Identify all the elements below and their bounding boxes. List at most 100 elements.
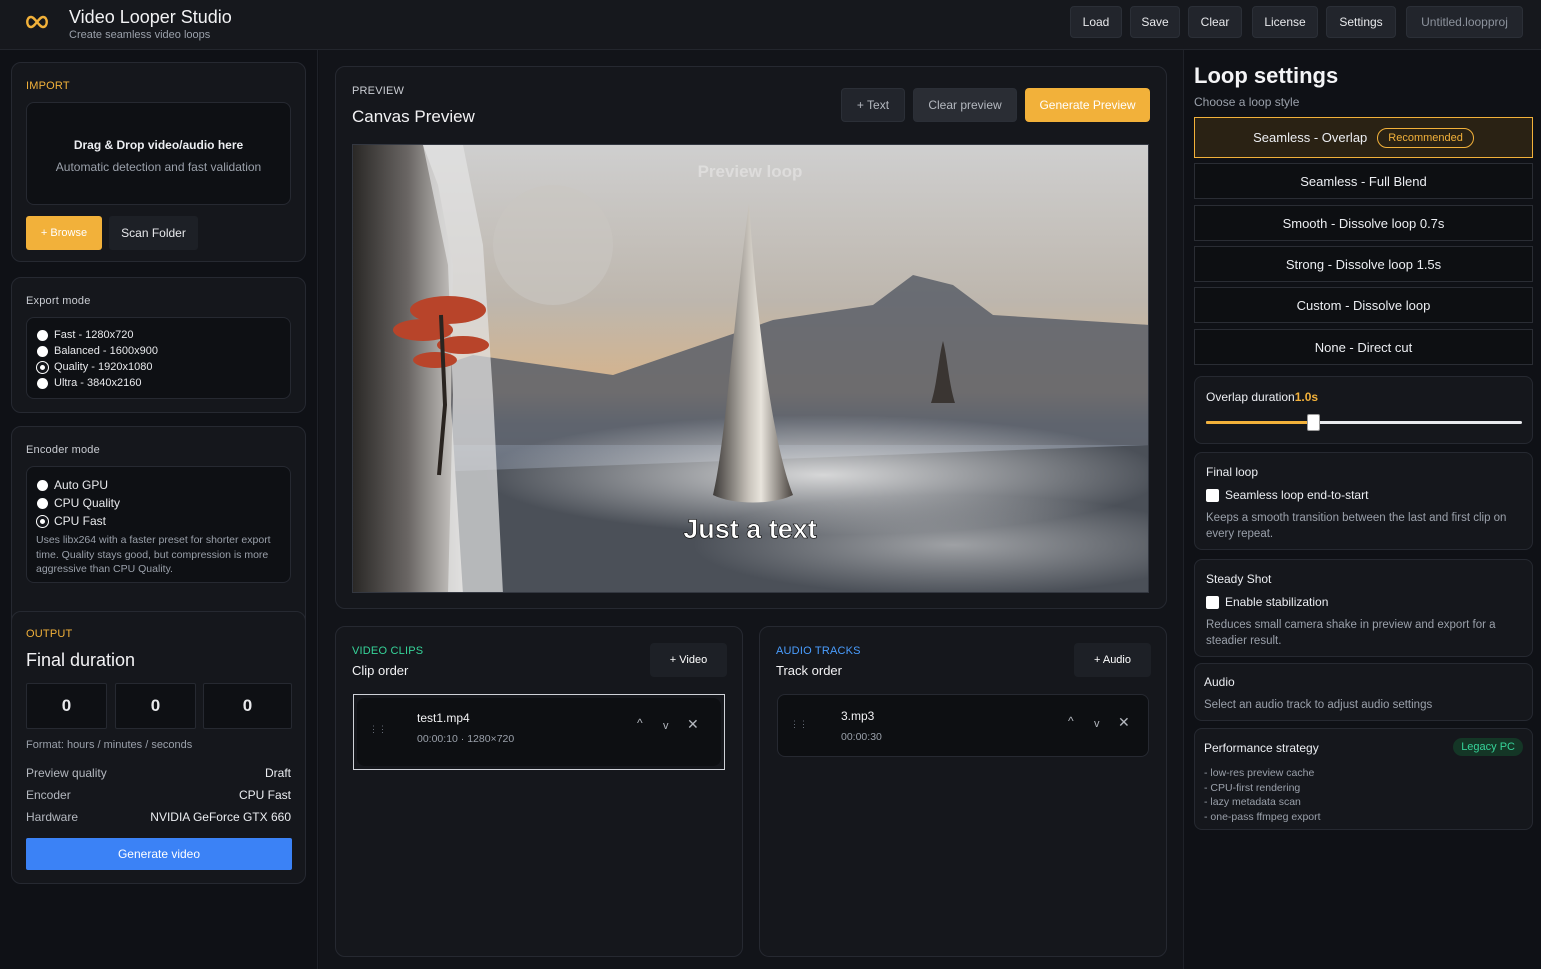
- final-duration-title: Final duration: [26, 650, 136, 670]
- import-panel: IMPORT Drag & Drop video/audio here Auto…: [11, 62, 306, 262]
- steady-shot-title: Steady Shot: [1206, 572, 1272, 586]
- overlap-duration-value: 1.0s: [1294, 390, 1319, 404]
- export-option-balanced[interactable]: Balanced - 1600x900: [37, 345, 158, 357]
- export-option-fast[interactable]: Fast - 1280x720: [37, 329, 134, 341]
- drop-zone[interactable]: Drag & Drop video/audio here Automatic d…: [26, 102, 291, 205]
- import-label: IMPORT: [26, 80, 70, 92]
- audio-meta: 00:00:30: [841, 731, 882, 743]
- browse-button[interactable]: + Browse: [26, 216, 102, 250]
- drag-handle-icon[interactable]: ⋮⋮: [369, 724, 387, 735]
- overlap-slider-track[interactable]: [1206, 414, 1522, 431]
- checkbox-icon: [1206, 595, 1219, 609]
- audio-settings-desc: Select an audio track to adjust audio se…: [1204, 699, 1433, 711]
- audio-name: 3.mp3: [841, 709, 875, 723]
- hardware-key: Hardware: [26, 810, 79, 824]
- overlap-slider-thumb[interactable]: [1307, 414, 1321, 431]
- video-clips-label: VIDEO CLIPS: [352, 645, 424, 657]
- export-mode-panel: Export mode Fast - 1280x720 Balanced - 1…: [11, 277, 306, 413]
- performance-item: - one-pass ffmpeg export: [1204, 811, 1321, 824]
- preview-label: PREVIEW: [352, 85, 405, 97]
- radio-icon: [37, 377, 48, 389]
- final-loop-desc: Keeps a smooth transition between the la…: [1206, 512, 1507, 540]
- export-option-quality[interactable]: Quality - 1920x1080: [37, 361, 152, 373]
- clear-button[interactable]: Clear: [1188, 6, 1242, 38]
- audio-item[interactable]: ⋮⋮ 3.mp3 00:00:30 ^ v ✕: [777, 694, 1149, 757]
- track-order-title: Track order: [776, 663, 842, 678]
- encoder-option-cpu-fast[interactable]: CPU Fast: [37, 514, 106, 528]
- audio-settings-card: Audio Select an audio track to adjust au…: [1194, 663, 1533, 721]
- add-text-button[interactable]: + Text: [841, 88, 905, 122]
- performance-title: Performance strategy: [1204, 741, 1319, 755]
- move-down-icon[interactable]: v: [663, 720, 669, 732]
- license-button[interactable]: License: [1252, 6, 1318, 38]
- landscape-scene-image: Preview loop Just a text: [353, 145, 1148, 592]
- loop-option-full-blend[interactable]: Seamless - Full Blend: [1194, 163, 1533, 199]
- hours-input[interactable]: 0: [26, 683, 107, 729]
- export-option-ultra[interactable]: Ultra - 3840x2160: [37, 377, 141, 389]
- loop-option-smooth-dissolve[interactable]: Smooth - Dissolve loop 0.7s: [1194, 205, 1533, 241]
- audio-tracks-panel: AUDIO TRACKS Track order + Audio ⋮⋮ 3.mp…: [759, 626, 1167, 957]
- settings-button[interactable]: Settings: [1326, 6, 1396, 38]
- loop-option-direct-cut[interactable]: None - Direct cut: [1194, 329, 1533, 365]
- save-button[interactable]: Save: [1130, 6, 1180, 38]
- loop-option-custom-dissolve[interactable]: Custom - Dissolve loop: [1194, 287, 1533, 323]
- remove-audio-icon[interactable]: ✕: [1118, 714, 1130, 731]
- clip-order-title: Clip order: [352, 663, 409, 678]
- clip-name: test1.mp4: [417, 711, 470, 725]
- audio-tracks-label: AUDIO TRACKS: [776, 645, 861, 657]
- seconds-input[interactable]: 0: [203, 683, 292, 729]
- move-up-icon[interactable]: ^: [637, 716, 643, 730]
- steady-shot-card: Steady Shot Enable stabilization Reduces…: [1194, 559, 1533, 657]
- hardware-value: NVIDIA GeForce GTX 660: [150, 810, 291, 824]
- loop-option-seamless-overlap[interactable]: Seamless - Overlap Recommended: [1194, 117, 1533, 158]
- final-loop-title: Final loop: [1206, 465, 1259, 479]
- performance-item: - low-res preview cache: [1204, 767, 1315, 779]
- preview-canvas[interactable]: Preview loop Just a text: [352, 144, 1149, 593]
- overlap-duration-card: Overlap duration1.0s: [1194, 376, 1533, 444]
- performance-list: - low-res preview cache - CPU-first rend…: [1204, 766, 1321, 825]
- add-video-button[interactable]: + Video: [650, 643, 727, 677]
- preview-quality-value: Draft: [264, 766, 291, 780]
- remove-clip-icon[interactable]: ✕: [687, 716, 699, 733]
- main-area: PREVIEW Canvas Preview + Text Clear prev…: [319, 50, 1183, 969]
- move-down-icon[interactable]: v: [1094, 718, 1100, 730]
- video-clips-panel: VIDEO CLIPS Clip order + Video ⋮⋮ test1.…: [335, 626, 743, 957]
- encoder-option-cpu-quality[interactable]: CPU Quality: [37, 496, 120, 510]
- clip-item-selected[interactable]: ⋮⋮ test1.mp4 00:00:10 · 1280×720 ^ v ✕: [353, 694, 725, 770]
- generate-video-button[interactable]: Generate video: [26, 838, 292, 870]
- export-mode-options: Fast - 1280x720 Balanced - 1600x900 Qual…: [26, 317, 291, 399]
- performance-card: Performance strategy Legacy PC - low-res…: [1194, 728, 1533, 830]
- radio-selected-icon: [37, 361, 48, 373]
- encoder-key: Encoder: [26, 788, 71, 802]
- encoder-value: CPU Fast: [238, 788, 291, 802]
- loop-settings-title: Loop settings: [1194, 63, 1339, 88]
- move-up-icon[interactable]: ^: [1068, 714, 1074, 728]
- app-title: Video Looper Studio: [69, 7, 232, 27]
- app-subtitle: Create seamless video loops: [69, 29, 211, 41]
- legacy-pc-badge: Legacy PC: [1453, 738, 1523, 756]
- radio-selected-icon: [37, 515, 48, 527]
- final-loop-card: Final loop Seamless loop end-to-start Ke…: [1194, 452, 1533, 550]
- overlap-duration-label: Overlap duration1.0s: [1206, 390, 1319, 404]
- drop-subtitle: Automatic detection and fast validation: [55, 160, 262, 174]
- left-sidebar: IMPORT Drag & Drop video/audio here Auto…: [0, 50, 318, 969]
- generate-preview-button[interactable]: Generate Preview: [1025, 88, 1150, 122]
- seamless-loop-checkbox[interactable]: Seamless loop end-to-start: [1206, 488, 1368, 502]
- clear-preview-button[interactable]: Clear preview: [913, 88, 1017, 122]
- overlay-text[interactable]: Just a text: [683, 514, 817, 545]
- encoder-mode-options: Auto GPU CPU Quality CPU Fast Uses libx2…: [26, 466, 291, 583]
- drop-title: Drag & Drop video/audio here: [73, 138, 244, 152]
- app-header: Video Looper Studio Create seamless vide…: [0, 0, 1541, 50]
- loop-settings-subtitle: Choose a loop style: [1194, 95, 1300, 109]
- scan-folder-button[interactable]: Scan Folder: [109, 216, 198, 250]
- loop-option-strong-dissolve[interactable]: Strong - Dissolve loop 1.5s: [1194, 246, 1533, 282]
- encoder-option-auto-gpu[interactable]: Auto GPU: [37, 478, 108, 492]
- minutes-input[interactable]: 0: [115, 683, 196, 729]
- loop-settings-sidebar: Loop settings Choose a loop style Seamle…: [1183, 50, 1541, 969]
- performance-item: - lazy metadata scan: [1204, 796, 1301, 809]
- load-button[interactable]: Load: [1070, 6, 1122, 38]
- project-name: Untitled.loopproj: [1406, 6, 1523, 38]
- stabilization-checkbox[interactable]: Enable stabilization: [1206, 595, 1328, 609]
- drag-handle-icon[interactable]: ⋮⋮: [790, 719, 808, 730]
- add-audio-button[interactable]: + Audio: [1074, 643, 1151, 677]
